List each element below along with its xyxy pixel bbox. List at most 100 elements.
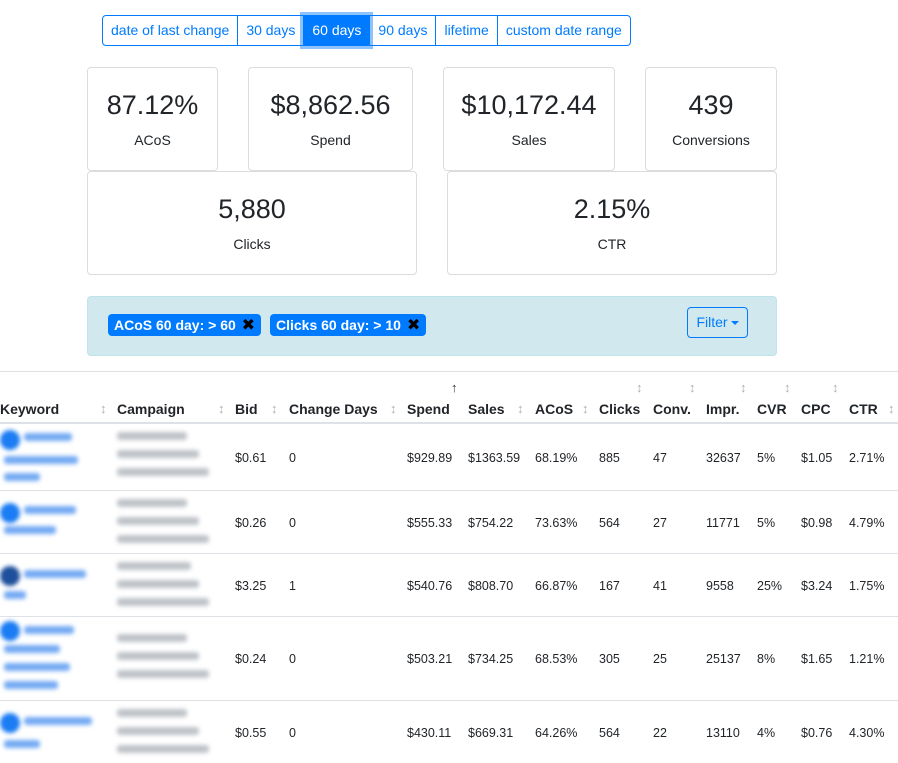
cell-sales: $1363.59	[468, 451, 521, 465]
filter-chip-label: ACoS 60 day: > 60	[114, 317, 236, 333]
active-filters-bar: ACoS 60 day: > 60 ✖ Clicks 60 day: > 10 …	[87, 296, 777, 356]
cell-clicks: 305	[599, 652, 620, 666]
stat-card-acos: 87.12% ACoS	[87, 67, 218, 171]
filter-chip-acos: ACoS 60 day: > 60 ✖	[108, 314, 262, 336]
sort-ascending-icon[interactable]: ↑	[451, 381, 458, 395]
date-range-60-days[interactable]: 60 days	[303, 15, 371, 46]
cell-bid[interactable]: $0.26	[235, 515, 266, 531]
cell-ctr: 4.79%	[849, 516, 885, 530]
column-header-change-days[interactable]: Change Days	[289, 400, 378, 418]
stat-label: Clicks	[233, 236, 271, 252]
filter-chip-label: Clicks 60 day: > 10	[276, 317, 401, 333]
column-header-conv[interactable]: Conv.	[653, 400, 691, 418]
column-header-impr[interactable]: Impr.	[706, 400, 739, 418]
stat-value: $10,172.44	[461, 90, 597, 120]
table-header-border	[0, 422, 898, 424]
sort-icon[interactable]: ↕	[888, 402, 895, 416]
column-header-acos[interactable]: ACoS	[535, 400, 573, 418]
sort-icon[interactable]: ↕	[390, 402, 397, 416]
cell-cvr: 5%	[757, 516, 776, 530]
column-header-cvr[interactable]: CVR	[757, 400, 787, 418]
date-range-custom[interactable]: custom date range	[496, 15, 631, 46]
close-icon[interactable]: ✖	[242, 317, 255, 334]
column-header-cpc[interactable]: CPC	[801, 400, 831, 418]
cell-cpc: $1.05	[801, 451, 833, 465]
cell-ctr: 1.21%	[849, 652, 885, 666]
cell-spend: $555.33	[407, 516, 453, 530]
cell-change-days: 0	[289, 451, 296, 465]
sort-icon[interactable]: ↕	[100, 402, 107, 416]
stat-card-ctr: 2.15% CTR	[447, 171, 777, 275]
table-top-border	[0, 371, 898, 372]
cell-clicks: 564	[599, 516, 620, 530]
filter-dropdown-button[interactable]: Filter	[687, 307, 748, 338]
column-header-keyword[interactable]: Keyword	[0, 400, 59, 418]
stat-card-conversions: 439 Conversions	[645, 67, 777, 171]
cell-impr: 11771	[706, 516, 740, 530]
cell-acos: 66.87%	[535, 579, 578, 593]
column-header-ctr[interactable]: CTR	[849, 400, 878, 418]
column-header-bid[interactable]: Bid	[235, 400, 258, 418]
stat-label: CTR	[597, 236, 627, 252]
date-range-90-days[interactable]: 90 days	[369, 15, 437, 46]
sort-icon[interactable]: ↕	[636, 381, 643, 395]
cell-spend: $503.21	[407, 652, 453, 666]
cell-spend: $929.89	[407, 451, 453, 465]
cell-clicks: 564	[599, 726, 620, 740]
stat-label: Sales	[511, 132, 547, 148]
cell-conv: 47	[653, 451, 667, 465]
close-icon[interactable]: ✖	[407, 317, 420, 334]
cell-impr: 32637	[706, 451, 741, 465]
stat-value: 5,880	[218, 194, 286, 224]
stat-label: ACoS	[134, 132, 171, 148]
cell-bid[interactable]: $3.25	[235, 578, 266, 594]
date-range-lifetime[interactable]: lifetime	[435, 15, 498, 46]
chevron-down-icon	[730, 321, 739, 326]
sort-icon[interactable]: ↕	[832, 381, 839, 395]
cell-ctr: 2.71%	[849, 451, 885, 465]
cell-sales: $669.31	[468, 726, 514, 740]
sort-icon[interactable]: ↕	[218, 402, 225, 416]
cell-change-days: 0	[289, 516, 296, 530]
stat-value: 2.15%	[573, 194, 651, 224]
cell-change-days: 0	[289, 726, 296, 740]
column-header-clicks[interactable]: Clicks	[599, 400, 640, 418]
row-divider	[0, 553, 898, 554]
filter-button-label: Filter	[696, 314, 728, 330]
cell-conv: 25	[653, 652, 667, 666]
column-header-sales[interactable]: Sales	[468, 400, 505, 418]
date-range-30-days[interactable]: 30 days	[237, 15, 305, 46]
cell-change-days: 1	[289, 579, 296, 593]
cell-ctr: 1.75%	[849, 579, 885, 593]
cell-acos: 68.53%	[535, 652, 578, 666]
sort-icon[interactable]: ↕	[784, 381, 791, 395]
column-header-campaign[interactable]: Campaign	[117, 400, 185, 418]
cell-sales: $754.22	[468, 516, 514, 530]
cell-cvr: 8%	[757, 652, 776, 666]
row-divider	[0, 700, 898, 701]
cell-conv: 22	[653, 726, 667, 740]
cell-ctr: 4.30%	[849, 726, 885, 740]
cell-change-days: 0	[289, 652, 296, 666]
sort-icon[interactable]: ↕	[517, 402, 524, 416]
cell-cpc: $3.24	[801, 579, 833, 593]
stat-card-sales: $10,172.44 Sales	[443, 67, 615, 171]
cell-sales: $808.70	[468, 579, 514, 593]
column-header-spend[interactable]: Spend	[407, 400, 450, 418]
cell-cpc: $0.98	[801, 516, 833, 530]
cell-acos: 73.63%	[535, 516, 578, 530]
stat-value: 439	[688, 90, 734, 120]
sort-icon[interactable]: ↕	[740, 381, 747, 395]
cell-impr: 25137	[706, 652, 741, 666]
cell-bid[interactable]: $0.24	[235, 651, 266, 667]
sort-icon[interactable]: ↕	[582, 402, 589, 416]
date-range-last-change[interactable]: date of last change	[102, 15, 239, 46]
sort-icon[interactable]: ↕	[271, 402, 278, 416]
cell-bid[interactable]: $0.55	[235, 725, 266, 741]
cell-cpc: $1.65	[801, 652, 833, 666]
cell-bid[interactable]: $0.61	[235, 450, 266, 466]
stat-card-spend: $8,862.56 Spend	[248, 67, 413, 171]
sort-icon[interactable]: ↕	[689, 381, 696, 395]
cell-conv: 41	[653, 579, 667, 593]
cell-spend: $540.76	[407, 579, 453, 593]
